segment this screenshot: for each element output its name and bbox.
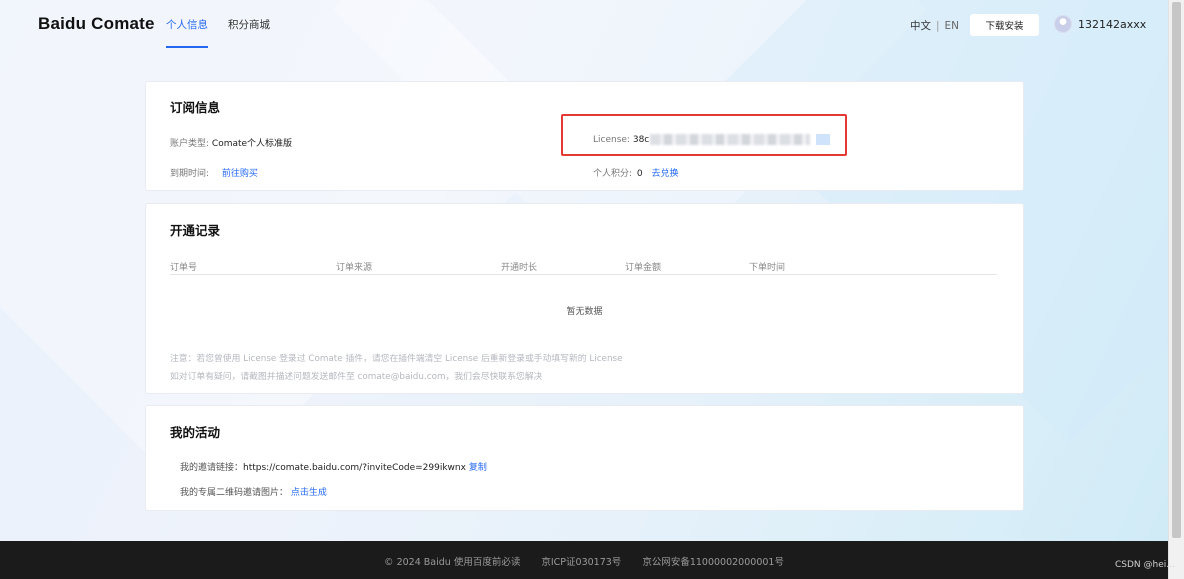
records-table-header: 订单号 订单来源 开通时长 订单金额 下单时间 [170, 260, 997, 275]
qr-invite-label: 我的专属二维码邀请图片： [180, 488, 289, 498]
activity-title: 我的活动 [170, 425, 221, 440]
subscription-title: 订阅信息 [170, 100, 221, 115]
language-switch: 中文 | EN [910, 18, 959, 33]
column-duration: 开通时长 [501, 263, 538, 273]
brand-logo[interactable]: Baidu Comate [38, 14, 155, 34]
column-order-time: 下单时间 [749, 263, 786, 273]
expire-row: 到期时间: 前往购买 [170, 166, 258, 179]
nav-tab-points-mall[interactable]: 积分商城 [228, 0, 270, 48]
csdn-watermark: CSDN @hei... [1115, 560, 1175, 570]
license-highlight-box [561, 114, 847, 156]
empty-state-text: 暂无数据 [566, 307, 603, 317]
qr-invite-row: 我的专属二维码邀请图片： 点击生成 [180, 485, 327, 498]
column-order-source: 订单来源 [336, 263, 373, 273]
lang-en-option[interactable]: EN [945, 20, 960, 32]
account-type-value: Comate个人标准版 [211, 139, 293, 149]
copy-invite-link[interactable]: 复制 [469, 463, 487, 473]
avatar[interactable] [1054, 15, 1072, 33]
points-value: 0 [636, 169, 643, 179]
main-nav: 个人信息 积分商城 [166, 0, 290, 52]
lang-zh-option[interactable]: 中文 [910, 20, 931, 32]
invite-link-label: 我的邀请链接： [180, 463, 244, 473]
points-label: 个人积分: [593, 169, 633, 179]
order-records-card: 开通记录 订单号 订单来源 开通时长 订单金额 下单时间 暂无数据 注意：若您曾… [145, 203, 1024, 394]
download-install-button[interactable]: 下载安装 [970, 14, 1039, 36]
scrollbar-thumb[interactable] [1172, 2, 1181, 538]
column-order-no: 订单号 [170, 263, 198, 273]
expire-label: 到期时间: [170, 169, 210, 179]
records-title: 开通记录 [170, 223, 221, 238]
points-row: 个人积分: 0 去兑换 [593, 166, 679, 179]
nav-tab-profile[interactable]: 个人信息 [166, 0, 208, 48]
footer-copyright[interactable]: © 2024 Baidu 使用百度前必读 [384, 557, 520, 568]
subscription-card: 订阅信息 账户类型: Comate个人标准版 到期时间: 前往购买 Licens… [145, 81, 1024, 191]
my-activity-card: 我的活动 我的邀请链接：https://comate.baidu.com/?in… [145, 405, 1024, 511]
username[interactable]: 132142axxx [1078, 18, 1146, 31]
account-type-row: 账户类型: Comate个人标准版 [170, 136, 292, 149]
page-scrollbar[interactable] [1168, 0, 1184, 579]
generate-qr-link[interactable]: 点击生成 [291, 488, 327, 498]
top-header: Baidu Comate 个人信息 积分商城 中文 | EN 下载安装 132142… [0, 0, 1168, 52]
go-purchase-link[interactable]: 前往购买 [222, 169, 258, 179]
footer-icp[interactable]: 京ICP证030173号 [541, 557, 621, 568]
page-footer: © 2024 Baidu 使用百度前必读 京ICP证030173号 京公网安备1… [0, 541, 1168, 579]
license-note: 注意：若您曾使用 License 登录过 Comate 插件，请您在插件端清空 … [170, 354, 623, 364]
invite-link-url: https://comate.baidu.com/?inviteCode=299… [243, 463, 466, 473]
footer-links: © 2024 Baidu 使用百度前必读 京ICP证030173号 京公网安备1… [0, 541, 1168, 579]
user-menu[interactable]: 132142axxx [1054, 15, 1146, 33]
invite-link-row: 我的邀请链接：https://comate.baidu.com/?inviteC… [180, 460, 487, 473]
column-amount: 订单金额 [625, 263, 662, 273]
account-type-label: 账户类型: [170, 139, 210, 149]
contact-note: 如对订单有疑问，请截图并描述问题发送邮件至 comate@baidu.com，我… [170, 372, 543, 382]
footer-police-record[interactable]: 京公网安备11000002000001号 [642, 557, 784, 568]
redeem-points-link[interactable]: 去兑换 [652, 169, 679, 179]
lang-separator: | [936, 20, 940, 32]
